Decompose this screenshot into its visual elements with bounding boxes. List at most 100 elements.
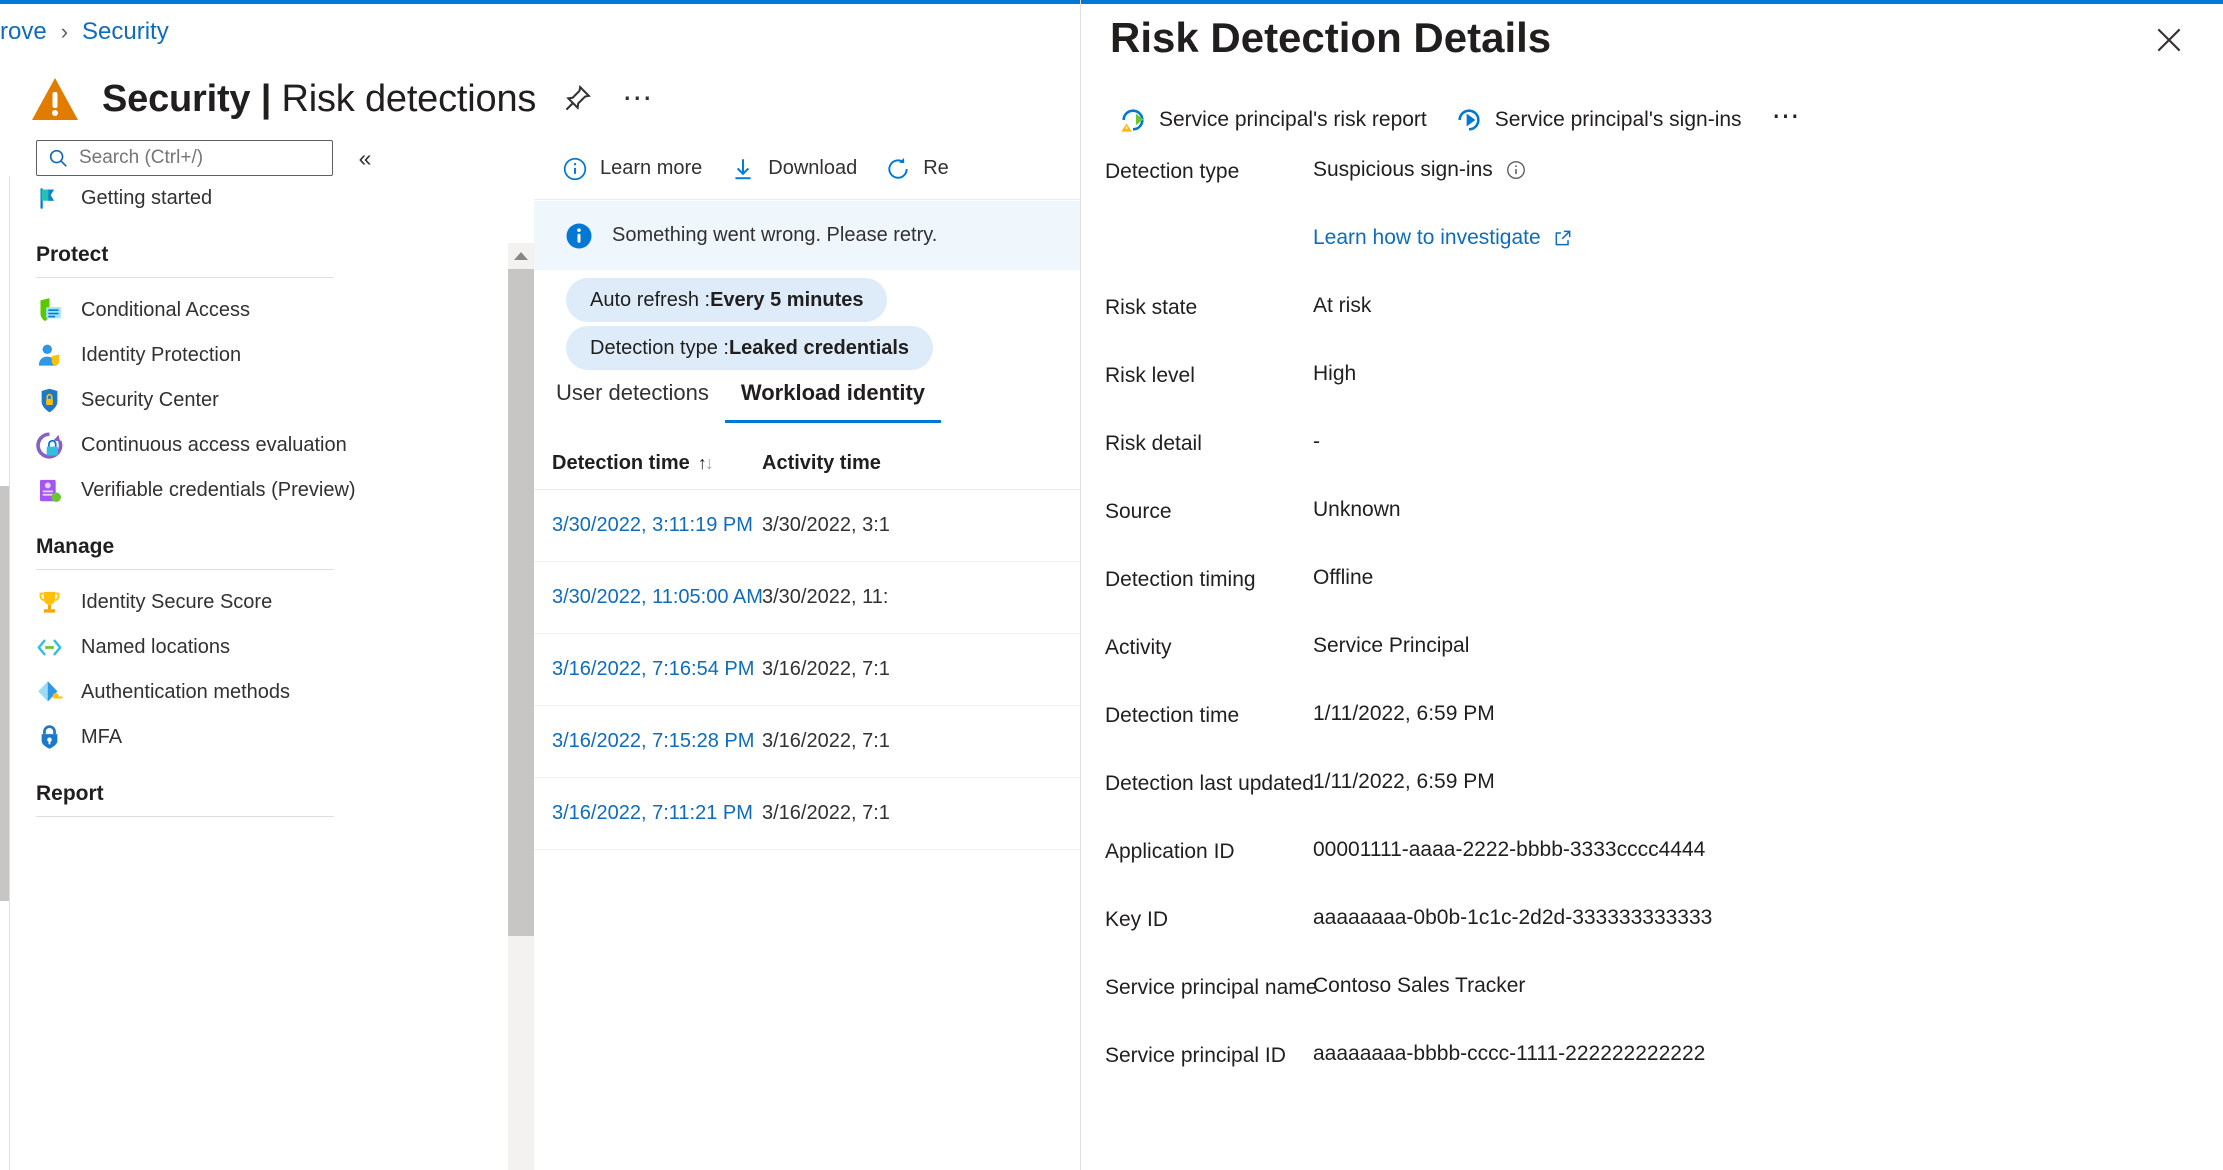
sidebar-item-identity-secure-score[interactable]: Identity Secure Score xyxy=(0,580,372,625)
sidebar-item-getting-started[interactable]: Getting started xyxy=(0,176,372,221)
filter-value: Leaked credentials xyxy=(728,336,910,359)
filter-label: Auto refresh : xyxy=(590,288,711,311)
detail-value: aaaaaaaa-0b0b-1c1c-2d2d-333333333333 xyxy=(1313,906,1713,929)
filter-pill-auto-refresh[interactable]: Auto refresh : Every 5 minutes xyxy=(566,278,888,322)
sidebar-collapse-icon[interactable]: « xyxy=(348,142,382,174)
close-icon[interactable] xyxy=(2147,18,2191,62)
security-center-icon xyxy=(41,388,58,413)
sidebar-group-protect: Protect xyxy=(0,243,372,278)
page-title-separator: | xyxy=(250,77,282,120)
panel-more-ellipsis-icon[interactable]: ⋯ xyxy=(1756,102,1819,130)
table-row[interactable]: 3/16/2022, 7:16:54 PM 3/16/2022, 7:1 xyxy=(534,634,1080,706)
pin-icon[interactable] xyxy=(558,80,596,118)
sidebar-item-continuous-access-evaluation[interactable]: Continuous access evaluation xyxy=(0,423,372,468)
content-scrollbar[interactable] xyxy=(508,243,534,1170)
detail-value: - xyxy=(1313,430,1320,453)
sidebar-group-label: Protect xyxy=(36,243,109,266)
risk-detection-details-panel: Risk Detection Details Service principal… xyxy=(1080,0,2223,1170)
breadcrumb-item-1[interactable]: Security xyxy=(82,18,169,46)
column-header-activity-time[interactable]: Activity time xyxy=(744,452,984,475)
detail-value: At risk xyxy=(1313,294,1372,317)
sign-ins-icon xyxy=(1458,109,1480,131)
cell-activity-time: 3/30/2022, 3:1 xyxy=(762,514,890,536)
table-header: Detection time ↑↓ Activity time xyxy=(534,438,1080,490)
sidebar-item-label: MFA xyxy=(81,726,123,748)
command-label: Service principal's sign-ins xyxy=(1494,108,1742,131)
command-bar: Learn more Download Re xyxy=(534,138,1080,200)
detail-value: Suspicious sign-ins xyxy=(1313,158,1527,182)
breadcrumb-item-0[interactable]: rove xyxy=(0,18,47,46)
cell-detection-time[interactable]: 3/16/2022, 7:16:54 PM xyxy=(534,658,754,681)
page-more-ellipsis-icon[interactable]: ⋯ xyxy=(618,81,658,117)
cell-detection-time[interactable]: 3/30/2022, 11:05:00 AM xyxy=(534,586,763,609)
filter-pills: Auto refresh : Every 5 minutes Detection… xyxy=(534,278,1080,374)
table-row[interactable]: 3/16/2022, 7:11:21 PM 3/16/2022, 7:1 xyxy=(534,778,1080,850)
filter-label: Detection type : xyxy=(590,336,729,359)
mfa-lock-icon xyxy=(41,725,58,749)
scroll-up-arrow-icon[interactable] xyxy=(508,243,534,269)
sidebar-item-label: Authentication methods xyxy=(81,681,291,703)
learn-how-to-investigate-link[interactable]: Learn how to investigate xyxy=(1313,226,1573,250)
column-header-detection-time[interactable]: Detection time ↑↓ xyxy=(534,452,744,475)
sidebar-item-security-center[interactable]: Security Center xyxy=(0,378,372,423)
table-row[interactable]: 3/30/2022, 11:05:00 AM 3/30/2022, 11: xyxy=(534,562,1080,634)
sidebar-item-conditional-access[interactable]: Conditional Access xyxy=(0,288,372,333)
risk-report-icon xyxy=(1121,109,1144,132)
flag-icon xyxy=(40,188,54,209)
conditional-access-icon xyxy=(40,298,61,322)
sidebar-item-authentication-methods[interactable]: Authentication methods xyxy=(0,670,372,715)
detail-value: Service Principal xyxy=(1313,634,1470,657)
cell-activity-time: 3/16/2022, 7:1 xyxy=(762,730,890,752)
external-link-icon xyxy=(1555,230,1571,246)
detail-label: Risk detail xyxy=(1105,432,1202,455)
sidebar-search[interactable] xyxy=(36,140,333,176)
command-label: Re xyxy=(923,157,949,179)
sidebar-item-identity-protection[interactable]: Identity Protection xyxy=(0,333,372,378)
details-list: Detection type Suspicious sign-ins Learn… xyxy=(1105,158,2205,1088)
sidebar-item-label: Continuous access evaluation xyxy=(81,434,347,456)
table-row[interactable]: 3/16/2022, 7:15:28 PM 3/16/2022, 7:1 xyxy=(534,706,1080,778)
detail-row-detection-type: Detection type Suspicious sign-ins xyxy=(1105,158,2205,204)
service-principal-sign-ins-button[interactable]: Service principal's sign-ins xyxy=(1441,100,1756,140)
sidebar-item-mfa[interactable]: MFA xyxy=(0,715,372,760)
info-circle-icon[interactable] xyxy=(1505,159,1527,181)
detail-row-key-id: Key ID aaaaaaaa-0b0b-1c1c-2d2d-333333333… xyxy=(1105,906,2205,952)
refresh-button[interactable]: Re xyxy=(871,150,963,188)
service-principal-risk-report-button[interactable]: Service principal's risk report xyxy=(1105,100,1441,140)
sidebar-group-manage: Manage xyxy=(0,535,372,570)
main-content: Learn more Download Re Something went wr… xyxy=(534,138,1080,1170)
detail-value: Offline xyxy=(1313,566,1374,589)
filter-pill-detection-type[interactable]: Detection type : Leaked credentials xyxy=(566,326,934,370)
cell-detection-time[interactable]: 3/16/2022, 7:11:21 PM xyxy=(534,802,753,825)
detail-label: Detection last updated xyxy=(1105,772,1314,795)
download-icon xyxy=(735,158,751,179)
detail-label: Key ID xyxy=(1105,908,1169,931)
detail-label: Source xyxy=(1105,500,1172,523)
page-title-main: Security xyxy=(102,77,251,120)
identity-protection-icon xyxy=(38,344,60,367)
detail-label: Risk state xyxy=(1105,296,1198,319)
sidebar-nav: Getting started Protect Conditional Acce… xyxy=(0,176,372,817)
detail-row-application-id: Application ID 00001111-aaaa-2222-bbbb-3… xyxy=(1105,838,2205,884)
sort-arrows-icon: ↑↓ xyxy=(697,453,714,473)
download-button[interactable]: Download xyxy=(716,150,871,188)
panel-title: Risk Detection Details xyxy=(1110,14,1552,61)
tab-workload-identity[interactable]: Workload identity xyxy=(724,376,942,423)
breadcrumb: rove › Security xyxy=(0,12,169,52)
search-input[interactable] xyxy=(79,147,304,169)
content-scrollbar-thumb[interactable] xyxy=(508,269,534,936)
tab-user-detections[interactable]: User detections xyxy=(540,376,725,420)
cell-detection-time[interactable]: 3/30/2022, 3:11:19 PM xyxy=(534,514,753,537)
detail-row-risk-state: Risk state At risk xyxy=(1105,294,2205,340)
sidebar-item-named-locations[interactable]: Named locations xyxy=(0,625,372,670)
sidebar-item-verifiable-credentials[interactable]: Verifiable credentials (Preview) xyxy=(0,468,372,513)
cell-activity-time: 3/16/2022, 7:1 xyxy=(762,658,890,680)
detail-row-service-principal-name: Service principal name Contoso Sales Tra… xyxy=(1105,974,2205,1020)
detail-row-source: Source Unknown xyxy=(1105,498,2205,544)
cell-detection-time[interactable]: 3/16/2022, 7:15:28 PM xyxy=(534,730,754,753)
sidebar-item-label: Getting started xyxy=(81,187,213,209)
authentication-methods-icon xyxy=(38,681,63,702)
info-filled-icon xyxy=(566,223,592,248)
learn-more-button[interactable]: Learn more xyxy=(548,150,716,188)
table-row[interactable]: 3/30/2022, 3:11:19 PM 3/30/2022, 3:1 xyxy=(534,490,1080,562)
